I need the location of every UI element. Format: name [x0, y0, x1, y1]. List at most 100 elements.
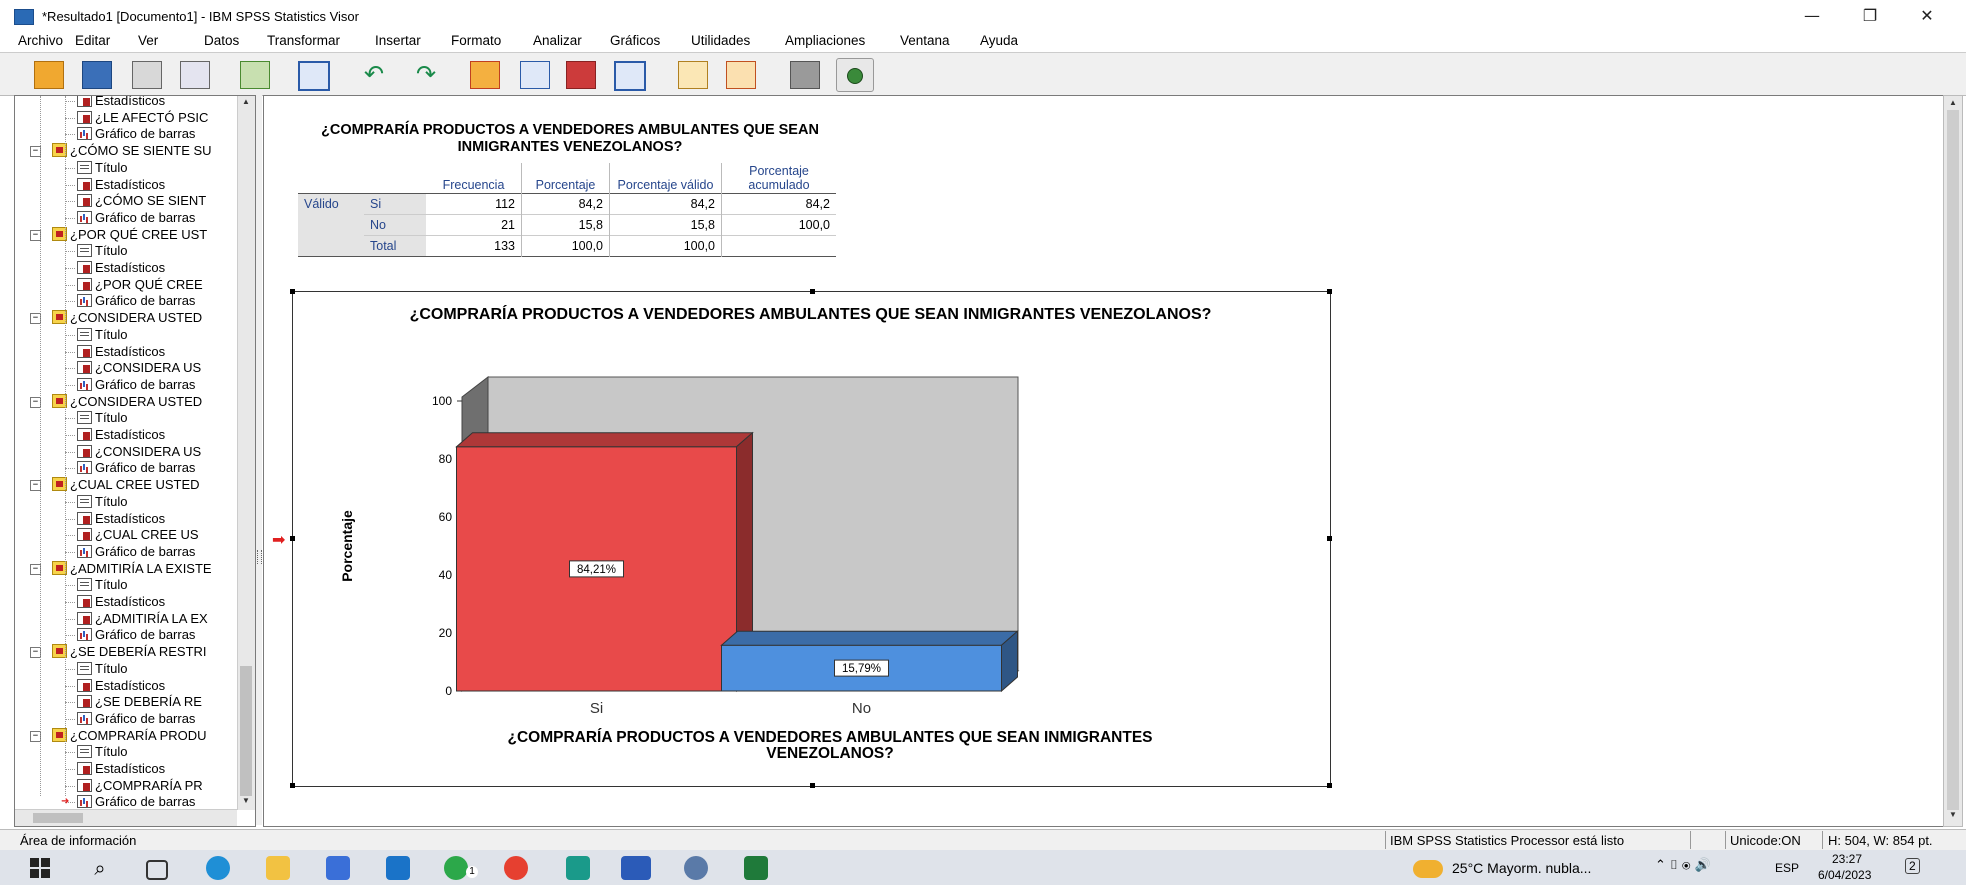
menu-insertar[interactable]: Insertar — [375, 33, 421, 48]
outline-item-table[interactable]: Estadísticos — [65, 678, 165, 694]
output-vertical-scrollbar[interactable]: ▲ ▼ — [1943, 95, 1963, 827]
outline-item-table[interactable]: ¿ADMITIRÍA LA EX — [65, 611, 208, 627]
scroll-thumb[interactable] — [240, 666, 252, 796]
splitter-grip[interactable] — [257, 550, 262, 564]
outline-vertical-scrollbar[interactable]: ▲ ▼ — [237, 96, 255, 810]
file-explorer-icon[interactable] — [266, 856, 290, 880]
close-button[interactable]: ✕ — [1905, 4, 1949, 28]
goto-data-icon[interactable] — [466, 58, 502, 90]
word-icon[interactable] — [621, 856, 651, 880]
outline-item-chart[interactable]: Gráfico de barras — [65, 126, 195, 142]
outline-horizontal-scrollbar[interactable] — [15, 809, 237, 826]
outline-item-chart[interactable]: Gráfico de barras — [65, 460, 195, 476]
outline-item-title[interactable]: Título — [65, 243, 128, 259]
excel-icon[interactable] — [744, 856, 768, 880]
outline-item-title[interactable]: Título — [65, 661, 128, 677]
menu-archivo[interactable]: Archivo — [18, 33, 63, 48]
task-view-icon[interactable] — [146, 860, 168, 880]
outline-item-folder[interactable]: − ¿CÓMO SE SIENTE SU — [30, 143, 212, 159]
menu-formato[interactable]: Formato — [451, 33, 501, 48]
store-icon[interactable] — [326, 856, 350, 880]
language-indicator[interactable]: ESP — [1775, 861, 1799, 875]
goto-case-icon[interactable] — [516, 58, 552, 90]
outline-item-table[interactable]: Estadísticos — [65, 260, 165, 276]
print-icon[interactable] — [128, 58, 164, 90]
insert-text-icon[interactable] — [722, 58, 758, 90]
outline-item-table[interactable]: Estadísticos — [65, 427, 165, 443]
outline-item-table[interactable]: Estadísticos — [65, 96, 165, 109]
outline-item-folder[interactable]: − ¿SE DEBERÍA RESTRI — [30, 644, 207, 660]
outline-item-table[interactable]: Estadísticos — [65, 344, 165, 360]
menu-transformar[interactable]: Transformar — [267, 33, 340, 48]
minimize-button[interactable]: — — [1790, 4, 1834, 28]
outline-item-title[interactable]: Título — [65, 577, 128, 593]
outline-item-folder[interactable]: − ¿COMPRARÍA PRODU — [30, 727, 207, 744]
outline-item-table[interactable]: Estadísticos — [65, 594, 165, 610]
scroll-up-icon[interactable]: ▲ — [1947, 98, 1959, 110]
outline-pane[interactable]: Estadísticos ¿LE AFECTÓ PSIC Gráfico de ba… — [14, 95, 256, 827]
save-icon[interactable] — [78, 58, 114, 90]
outline-item-title[interactable]: Título — [65, 327, 128, 343]
spss-icon[interactable] — [684, 856, 708, 880]
outline-item-table[interactable]: Estadísticos — [65, 177, 165, 193]
outline-item-folder[interactable]: − ¿CONSIDERA USTED — [30, 310, 202, 326]
bar-chart[interactable]: 0 20 40 60 80 100 Porcentaje 84,21% Si 15,79% No — [292, 291, 1329, 785]
chrome-icon[interactable] — [504, 856, 528, 880]
menu-graficos[interactable]: Gráficos — [610, 33, 660, 48]
insert-heading-icon[interactable] — [674, 58, 710, 90]
scroll-down-icon[interactable]: ▼ — [240, 796, 252, 808]
outline-item-folder[interactable]: − ¿POR QUÉ CREE UST — [30, 226, 207, 243]
whatsapp-icon[interactable] — [444, 856, 468, 880]
outline-item-chart[interactable]: Gráfico de barras — [65, 544, 195, 560]
outline-item-folder[interactable]: − ¿CUAL CREE USTED — [30, 477, 200, 493]
menu-ampliaciones[interactable]: Ampliaciones — [785, 33, 865, 48]
export-icon[interactable] — [236, 58, 272, 90]
frequency-table[interactable]: Frecuencia Porcentaje Porcentaje válido … — [298, 163, 836, 257]
notifications-icon[interactable]: 2 — [1905, 858, 1920, 874]
menu-analizar[interactable]: Analizar — [533, 33, 582, 48]
restore-button[interactable]: ❐ — [1848, 4, 1892, 28]
outline-item-table[interactable]: ¿POR QUÉ CREE — [65, 277, 203, 293]
app-icon[interactable] — [566, 856, 590, 880]
outline-item-chart[interactable]: Gráfico de barras — [65, 711, 195, 727]
outline-item-chart[interactable]: Gráfico de barras ➜ — [61, 794, 195, 810]
outline-item-table[interactable]: ¿CÓMO SE SIENT — [65, 193, 206, 209]
scroll-down-icon[interactable]: ▼ — [1947, 810, 1959, 822]
menu-editar[interactable]: Editar — [75, 33, 110, 48]
outline-item-chart[interactable]: Gráfico de barras — [65, 377, 195, 393]
outline-item-title[interactable]: Título — [65, 410, 128, 426]
outline-item-table[interactable]: ¿CUAL CREE US — [65, 527, 199, 543]
open-icon[interactable] — [30, 58, 66, 90]
outline-item-table[interactable]: ¿CONSIDERA US — [65, 360, 201, 376]
menu-ver[interactable]: Ver — [138, 33, 158, 48]
outline-item-chart[interactable]: Gráfico de barras — [65, 210, 195, 226]
outline-item-folder[interactable]: − ¿ADMITIRÍA LA EXISTE — [30, 560, 212, 577]
scroll-thumb[interactable] — [33, 813, 83, 823]
outline-item-title[interactable]: Título — [65, 160, 128, 176]
outline-item-title[interactable]: Título — [65, 494, 128, 510]
undo-icon[interactable]: ↶ — [356, 58, 392, 90]
hide-icon[interactable] — [786, 58, 822, 90]
pane-splitter[interactable] — [256, 95, 262, 825]
mail-icon[interactable] — [386, 856, 410, 880]
tray-icons[interactable]: ⌃ ⌷ ⦿ 🔊 — [1655, 858, 1711, 873]
outline-item-table[interactable]: ¿LE AFECTÓ PSIC — [65, 110, 208, 126]
outline-item-table[interactable]: Estadísticos — [65, 761, 165, 777]
menu-ayuda[interactable]: Ayuda — [980, 33, 1018, 48]
show-icon[interactable] — [836, 58, 874, 92]
scroll-thumb[interactable] — [1947, 110, 1959, 810]
outline-item-chart[interactable]: Gráfico de barras — [65, 293, 195, 309]
outline-item-chart[interactable]: Gráfico de barras — [65, 627, 195, 643]
edge-icon[interactable] — [206, 856, 230, 880]
select-cases-icon[interactable] — [610, 58, 646, 91]
scroll-up-icon[interactable]: ▲ — [240, 97, 252, 109]
windows-start-icon[interactable] — [30, 858, 50, 878]
redo-icon[interactable]: ↷ — [408, 58, 444, 90]
weather-text[interactable]: 25°C Mayorm. nubla... — [1452, 860, 1591, 876]
menu-datos[interactable]: Datos — [204, 33, 239, 48]
menu-utilidades[interactable]: Utilidades — [691, 33, 750, 48]
outline-item-title[interactable]: Título — [65, 744, 128, 760]
menu-ventana[interactable]: Ventana — [900, 33, 950, 48]
recall-dialog-icon[interactable] — [294, 58, 330, 91]
outline-item-table[interactable]: ¿COMPRARÍA PR — [65, 778, 203, 794]
